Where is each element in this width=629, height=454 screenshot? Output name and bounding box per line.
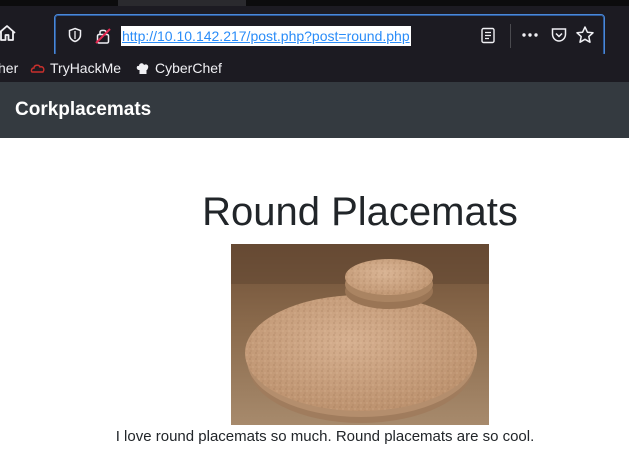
insecure-connection-icon[interactable] bbox=[95, 27, 111, 45]
more-actions-icon[interactable] bbox=[520, 27, 540, 43]
reader-view-icon[interactable] bbox=[480, 27, 496, 44]
home-icon[interactable] bbox=[0, 22, 18, 44]
bookmark-tryhackme[interactable]: TryHackMe bbox=[30, 58, 121, 78]
tracking-protection-shield-icon[interactable] bbox=[67, 27, 83, 43]
url-text[interactable]: http://10.10.142.217/post.php?post=round… bbox=[121, 26, 411, 46]
post-title: Round Placemats bbox=[202, 190, 518, 234]
bookmark-star-icon[interactable] bbox=[575, 25, 595, 45]
bookmark-other[interactable]: her bbox=[0, 58, 18, 78]
url-bar[interactable]: http://10.10.142.217/post.php?post=round… bbox=[54, 14, 605, 57]
bookmark-label: TryHackMe bbox=[50, 60, 122, 76]
site-brand-link[interactable]: Corkplacemats bbox=[15, 99, 151, 121]
bookmark-label: her bbox=[0, 60, 19, 76]
tryhackme-icon bbox=[30, 64, 45, 73]
bookmark-cyberchef[interactable]: CyberChef bbox=[135, 58, 222, 78]
site-navbar: Corkplacemats bbox=[0, 82, 629, 138]
post-body-text: I love round placemats so much. Round pl… bbox=[115, 428, 535, 445]
pocket-icon[interactable] bbox=[550, 26, 568, 44]
cyberchef-icon bbox=[136, 63, 149, 75]
browser-toolbar: http://10.10.142.217/post.php?post=round… bbox=[0, 6, 629, 57]
bookmarks-toolbar: her TryHackMe CyberChef bbox=[0, 54, 629, 82]
post-image bbox=[231, 244, 489, 425]
bookmark-label: CyberChef bbox=[155, 60, 222, 76]
urlbar-separator bbox=[510, 24, 511, 48]
